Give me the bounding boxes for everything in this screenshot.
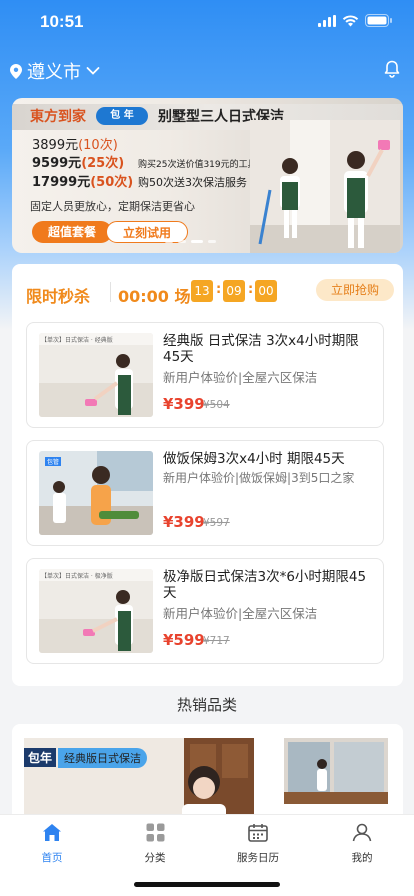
product-image-label: 包管: [45, 457, 62, 466]
signal-icon: [318, 14, 336, 27]
tab-category[interactable]: 分类: [115, 823, 195, 865]
banner-note: 购50次送3次保洁服务: [138, 176, 247, 189]
battery-icon: [365, 14, 392, 27]
hot-category-card[interactable]: [284, 738, 388, 804]
bell-icon[interactable]: [384, 60, 400, 78]
banner-price-line: 17999元(50次): [32, 171, 133, 190]
product-subtitle: 新用户体验价|做饭保姆|3到5口之家: [163, 471, 355, 485]
user-icon: [352, 823, 372, 842]
banner-price-count: (25次): [81, 156, 125, 171]
product-subtitle: 新用户体验价|全屋六区保洁: [163, 370, 318, 385]
status-bar: 10:51: [0, 0, 414, 48]
banner-brand: 東方到家: [30, 109, 86, 125]
countdown-seconds: 00: [255, 280, 277, 302]
banner-price-line: 3899元(10次): [32, 134, 118, 153]
product-original-price: ¥504: [203, 399, 230, 411]
wifi-icon: [342, 14, 359, 26]
tab-label: 分类: [144, 852, 166, 864]
city-selector[interactable]: 遵义市: [10, 58, 100, 84]
banner-tag: 包 年: [96, 107, 148, 125]
flash-sale-section: 限时秒杀 00:00 场 13 : 09 : 00 立即抢购 【单次】日式保洁 …: [12, 264, 403, 686]
banner-price-amount: 9599元: [32, 156, 82, 171]
banner-price-count: (50次): [90, 175, 134, 190]
tab-service-calendar[interactable]: 服务日历: [218, 823, 298, 865]
product-price: ¥599: [163, 631, 205, 649]
grab-now-button[interactable]: 立即抢购: [316, 279, 394, 301]
banner-price-amount: 3899元: [32, 138, 79, 153]
product-card[interactable]: 【单次】日式保洁 · 极净版 极净版日式保洁3次*6小时期限45天 新用户体验价…: [26, 558, 384, 664]
divider: [110, 282, 111, 302]
banner-package-button[interactable]: 超值套餐: [32, 221, 112, 243]
product-title: 经典版 日式保洁 3次x4小时期限45天: [163, 333, 359, 365]
pagination-dot: [178, 240, 186, 243]
chevron-down-icon: [86, 67, 100, 75]
product-price: ¥399: [163, 513, 205, 531]
product-image: [39, 569, 153, 653]
product-image-label: 【单次】日式保洁 · 经典版: [41, 337, 113, 344]
countdown-hours: 13: [191, 280, 213, 302]
home-indicator: [134, 882, 280, 887]
status-time: 10:51: [40, 12, 84, 31]
banner-price-amount: 17999元: [32, 175, 91, 190]
product-price: ¥399: [163, 395, 205, 413]
product-image-label: 【单次】日式保洁 · 极净版: [41, 573, 113, 580]
product-image: [39, 333, 153, 417]
product-original-price: ¥717: [203, 635, 230, 647]
product-title: 做饭保姆3次x4小时 期限45天: [163, 451, 345, 467]
hot-categories-section: 包年 经典版日式保洁: [12, 724, 403, 824]
countdown-colon: :: [248, 282, 254, 297]
countdown-minutes: 09: [223, 280, 245, 302]
hot-card-tag: 包年: [24, 748, 57, 767]
product-title: 极净版日式保洁3次*6小时期限45天: [163, 569, 367, 601]
flash-sale-session: 00:00 场: [118, 287, 191, 306]
countdown-colon: :: [216, 282, 222, 297]
calendar-icon: [248, 824, 268, 842]
home-icon: [43, 824, 61, 841]
pagination-dot: [165, 240, 173, 243]
hot-card-label: 经典版日式保洁: [58, 748, 147, 768]
hot-categories-title: 热销品类: [176, 696, 237, 714]
location-pin-icon: [10, 63, 22, 79]
status-icons: [318, 14, 392, 27]
banner-price-line: 9599元(25次): [32, 152, 124, 171]
pagination-dot-active: [191, 240, 203, 243]
banner-price-count: (10次): [78, 138, 118, 153]
grid-icon: [146, 823, 164, 842]
tab-label: 服务日历: [237, 852, 279, 864]
product-subtitle: 新用户体验价|全屋六区保洁: [163, 606, 318, 621]
tab-home[interactable]: 首页: [12, 823, 92, 865]
flash-sale-title: 限时秒杀: [26, 287, 91, 306]
tab-profile[interactable]: 我的: [322, 823, 402, 865]
tab-label: 首页: [41, 852, 63, 864]
hot-category-card[interactable]: 包年 经典版日式保洁: [24, 738, 254, 824]
banner-slogan: 固定人员更放心，定期保洁更省心: [30, 200, 195, 213]
pagination-dot: [208, 240, 216, 243]
city-name: 遵义市: [27, 62, 81, 83]
product-original-price: ¥597: [203, 517, 230, 529]
tab-label: 我的: [351, 852, 373, 864]
product-card[interactable]: 包管 做饭保姆3次x4小时 期限45天 新用户体验价|做饭保姆|3到5口之家 ¥…: [26, 440, 384, 546]
banner-pagination: [165, 240, 216, 243]
banner-cleaner-illustration: [250, 120, 400, 253]
product-card[interactable]: 【单次】日式保洁 · 经典版 经典版 日式保洁 3次x4小时期限45天 新用户体…: [26, 322, 384, 428]
